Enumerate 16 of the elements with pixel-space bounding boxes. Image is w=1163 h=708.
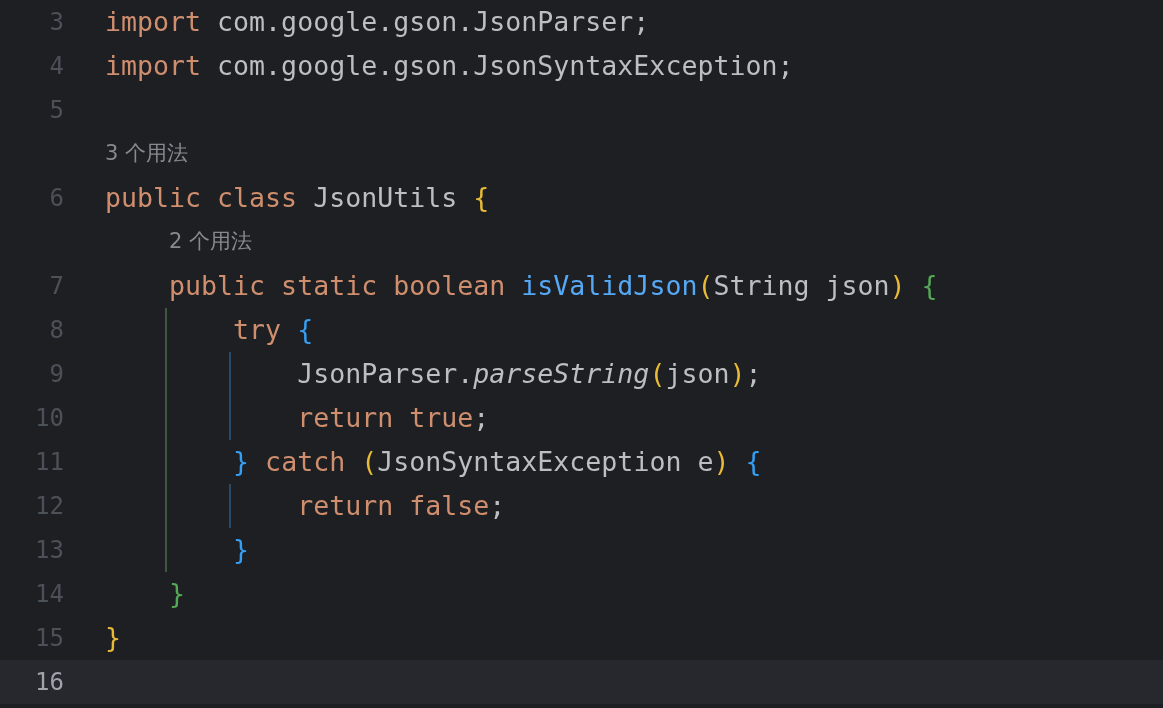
code-line: } bbox=[105, 621, 121, 656]
line-number: 16 bbox=[35, 667, 64, 698]
code-line: } catch (JsonSyntaxException e) { bbox=[233, 445, 762, 480]
indent-guide bbox=[229, 484, 231, 528]
code-line: return false; bbox=[297, 489, 506, 524]
code-line: try { bbox=[233, 313, 314, 348]
code-line: return true; bbox=[297, 401, 490, 436]
code-line: } bbox=[233, 533, 250, 568]
code-line: JsonParser.parseString(json); bbox=[297, 357, 762, 392]
code-line: } bbox=[169, 577, 186, 612]
usage-hint[interactable]: 3 个用法 bbox=[105, 138, 189, 170]
code-line: import com.google.gson.JsonParser; bbox=[105, 5, 650, 40]
code-line: public static boolean isValidJson(String json) { bbox=[169, 269, 938, 304]
code-line: public class JsonUtils { bbox=[105, 181, 490, 216]
code-line: import com.google.gson.JsonSyntaxException; bbox=[105, 49, 794, 84]
usage-hint[interactable]: 2 个用法 bbox=[169, 226, 253, 258]
